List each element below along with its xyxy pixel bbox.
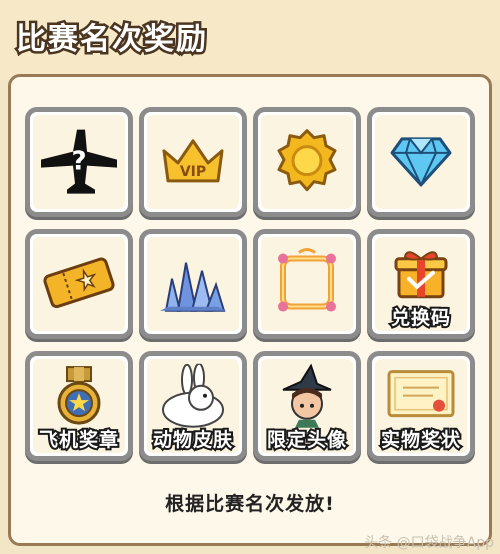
avatar-frame-icon — [278, 248, 336, 312]
reward-note: 根据比赛名次发放! — [165, 493, 335, 515]
vip-crown-icon: VIP — [162, 139, 224, 183]
svg-text:VIP: VIP — [180, 164, 206, 180]
rabbit-icon — [162, 363, 224, 428]
reward-tile[interactable]: 限定头像 — [253, 351, 361, 461]
reward-tile[interactable]: VIP — [139, 107, 247, 217]
header: 比赛名次奖励 — [0, 0, 500, 80]
reward-tile[interactable]: 动物皮肤 — [139, 351, 247, 461]
diamond-icon — [390, 137, 452, 188]
watermark: 头条 @口袋战争App — [364, 535, 494, 551]
certificate-icon — [387, 370, 455, 418]
reward-tile[interactable] — [25, 229, 133, 339]
medal-icon — [57, 366, 101, 425]
reward-tile[interactable]: ? — [25, 107, 133, 217]
reward-tile[interactable] — [139, 229, 247, 339]
ticket-icon — [43, 257, 115, 309]
page-title: 比赛名次奖励 — [14, 20, 209, 60]
reward-label: 飞机奖章 — [37, 427, 120, 453]
gift-box-icon — [394, 251, 448, 299]
rewards-panel: ? VIP 兑换码 飞机奖章 动物皮肤 限定头像 实物奖状 根据比赛名次发放! — [8, 74, 492, 546]
mystery-plane-icon: ? — [41, 129, 117, 194]
reward-label: 实物奖状 — [379, 427, 462, 453]
svg-text:?: ? — [71, 147, 86, 177]
reward-tile[interactable] — [253, 229, 361, 339]
crystal-cluster-icon — [160, 262, 226, 312]
reward-label: 兑换码 — [389, 305, 452, 331]
witch-avatar-icon — [282, 363, 332, 428]
reward-tile[interactable]: 实物奖状 — [367, 351, 475, 461]
reward-tile[interactable]: 兑换码 — [367, 229, 475, 339]
reward-tile[interactable]: 飞机奖章 — [25, 351, 133, 461]
reward-tile[interactable] — [253, 107, 361, 217]
reward-label: 动物皮肤 — [151, 427, 234, 453]
reward-tile[interactable] — [367, 107, 475, 217]
gold-coin-icon — [277, 129, 337, 192]
reward-label: 限定头像 — [265, 427, 348, 453]
rewards-grid: ? VIP 兑换码 飞机奖章 动物皮肤 限定头像 实物奖状 — [25, 107, 475, 461]
